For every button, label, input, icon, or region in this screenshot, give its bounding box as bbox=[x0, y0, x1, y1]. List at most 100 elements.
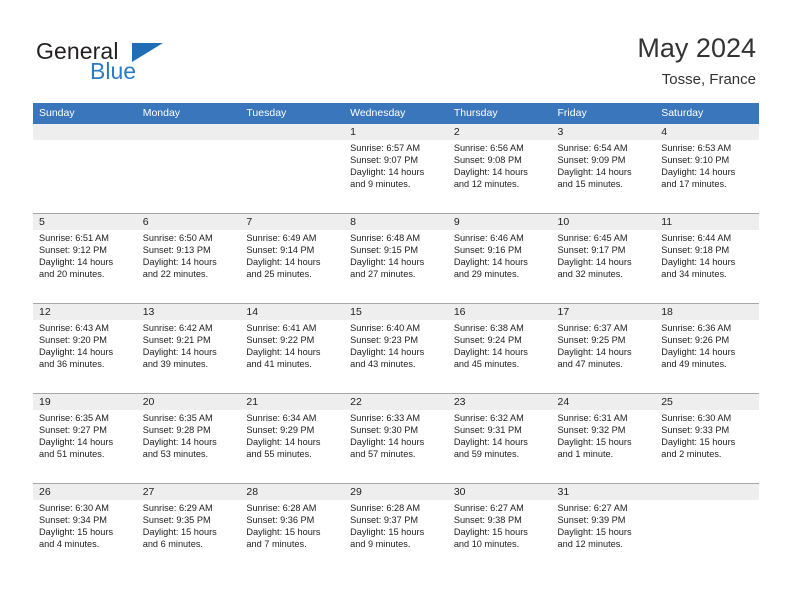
day-detail-line: Sunrise: 6:54 AM bbox=[557, 143, 628, 153]
day-detail-line: Sunset: 9:24 PM bbox=[453, 335, 522, 346]
day-cell[interactable]: Sunrise: 6:28 AM Sunset: 9:36 PM Daylight:… bbox=[240, 500, 344, 573]
day-detail-line: Sunset: 9:37 PM bbox=[350, 515, 419, 526]
day-cell[interactable]: Sunrise: 6:33 AM Sunset: 9:30 PM Daylight:… bbox=[344, 410, 448, 483]
calendar-week-row: 19 20 21 22 23 24 25 Sunrise: 6:35 AM Sunset: 9:… bbox=[33, 393, 759, 483]
day-detail-line: and 9 minutes. bbox=[350, 539, 411, 550]
day-cell[interactable]: Sunrise: 6:50 AM Sunset: 9:13 PM Daylight:… bbox=[137, 230, 241, 303]
day-detail-line: and 45 minutes. bbox=[453, 359, 520, 370]
day-cell[interactable]: Sunrise: 6:35 AM Sunset: 9:28 PM Daylight:… bbox=[137, 410, 241, 483]
day-cell[interactable]: Sunrise: 6:29 AM Sunset: 9:35 PM Daylight:… bbox=[137, 500, 241, 573]
day-number[interactable]: 10 bbox=[552, 214, 656, 230]
day-detail-line: Sunset: 9:23 PM bbox=[350, 335, 419, 346]
weekday-header-tuesday: Tuesday bbox=[246, 107, 287, 119]
day-number[interactable]: 23 bbox=[448, 394, 552, 410]
day-detail-line: Sunset: 9:28 PM bbox=[142, 425, 211, 436]
day-number[interactable]: 28 bbox=[240, 484, 344, 500]
day-number[interactable]: 9 bbox=[448, 214, 552, 230]
day-detail-line: Daylight: 15 hours bbox=[350, 527, 425, 538]
day-detail-line: and 2 minutes. bbox=[661, 449, 722, 460]
day-number[interactable]: 7 bbox=[240, 214, 344, 230]
day-detail-line: and 12 minutes. bbox=[453, 179, 520, 190]
day-detail-line: Sunrise: 6:30 AM bbox=[39, 503, 109, 513]
day-cell[interactable]: Sunrise: 6:44 AM Sunset: 9:18 PM Daylight:… bbox=[655, 230, 759, 303]
day-cell[interactable]: Sunrise: 6:45 AM Sunset: 9:17 PM Daylight:… bbox=[552, 230, 656, 303]
day-number[interactable]: 8 bbox=[344, 214, 448, 230]
day-detail-line: Daylight: 14 hours bbox=[557, 347, 632, 358]
day-cell[interactable]: Sunrise: 6:27 AM Sunset: 9:39 PM Daylight:… bbox=[552, 500, 656, 573]
day-detail-line: Sunrise: 6:56 AM bbox=[453, 143, 524, 153]
day-cell[interactable]: Sunrise: 6:48 AM Sunset: 9:15 PM Daylight:… bbox=[344, 230, 448, 303]
day-number[interactable]: 21 bbox=[240, 394, 344, 410]
day-detail-line: Daylight: 14 hours bbox=[350, 437, 425, 448]
day-cell[interactable]: Sunrise: 6:53 AM Sunset: 9:10 PM Daylight:… bbox=[655, 140, 759, 213]
day-number[interactable]: 24 bbox=[552, 394, 656, 410]
day-cell[interactable]: Sunrise: 6:36 AM Sunset: 9:26 PM Daylight:… bbox=[655, 320, 759, 393]
day-cell[interactable]: Sunrise: 6:32 AM Sunset: 9:31 PM Daylight:… bbox=[448, 410, 552, 483]
day-number-empty bbox=[655, 484, 759, 500]
day-number[interactable]: 1 bbox=[344, 124, 448, 140]
day-number[interactable]: 22 bbox=[344, 394, 448, 410]
day-detail-line: and 10 minutes. bbox=[453, 539, 520, 550]
day-detail-line: and 20 minutes. bbox=[39, 269, 105, 280]
week-detail-band: Sunrise: 6:43 AM Sunset: 9:20 PM Daylight:… bbox=[33, 320, 759, 393]
day-detail-line: Daylight: 15 hours bbox=[39, 527, 114, 538]
day-detail-line: and 7 minutes. bbox=[246, 539, 307, 550]
day-cell[interactable]: Sunrise: 6:30 AM Sunset: 9:34 PM Daylight:… bbox=[33, 500, 137, 573]
day-cell[interactable]: Sunrise: 6:49 AM Sunset: 9:14 PM Daylight:… bbox=[240, 230, 344, 303]
day-detail-line: Daylight: 14 hours bbox=[39, 347, 114, 358]
day-cell[interactable]: Sunrise: 6:43 AM Sunset: 9:20 PM Daylight:… bbox=[33, 320, 137, 393]
day-number[interactable]: 30 bbox=[448, 484, 552, 500]
day-detail-line: Daylight: 14 hours bbox=[246, 257, 321, 268]
day-number[interactable]: 31 bbox=[552, 484, 656, 500]
week-date-band: 12 13 14 15 16 17 18 bbox=[33, 304, 759, 320]
day-number[interactable]: 16 bbox=[448, 304, 552, 320]
day-number[interactable]: 26 bbox=[33, 484, 137, 500]
day-cell[interactable]: Sunrise: 6:57 AM Sunset: 9:07 PM Daylight:… bbox=[344, 140, 448, 213]
day-cell[interactable]: Sunrise: 6:30 AM Sunset: 9:33 PM Daylight:… bbox=[655, 410, 759, 483]
week-date-band: 5 6 7 8 9 10 11 bbox=[33, 214, 759, 230]
day-cell[interactable]: Sunrise: 6:37 AM Sunset: 9:25 PM Daylight:… bbox=[552, 320, 656, 393]
day-cell[interactable]: Sunrise: 6:34 AM Sunset: 9:29 PM Daylight:… bbox=[240, 410, 344, 483]
day-detail-line: Sunset: 9:10 PM bbox=[661, 155, 730, 166]
day-cell[interactable]: Sunrise: 6:54 AM Sunset: 9:09 PM Daylight:… bbox=[552, 140, 656, 213]
day-number[interactable]: 29 bbox=[344, 484, 448, 500]
day-number[interactable]: 2 bbox=[448, 124, 552, 140]
day-detail-line: Sunset: 9:30 PM bbox=[350, 425, 419, 436]
day-number[interactable]: 27 bbox=[137, 484, 241, 500]
day-detail-line: Sunrise: 6:57 AM bbox=[350, 143, 421, 153]
day-detail-line: Sunset: 9:16 PM bbox=[453, 245, 522, 256]
day-cell[interactable]: Sunrise: 6:28 AM Sunset: 9:37 PM Daylight:… bbox=[344, 500, 448, 573]
day-number[interactable]: 12 bbox=[33, 304, 137, 320]
day-number[interactable]: 18 bbox=[655, 304, 759, 320]
day-number[interactable]: 15 bbox=[344, 304, 448, 320]
day-detail-line: Daylight: 15 hours bbox=[557, 437, 632, 448]
day-number[interactable]: 14 bbox=[240, 304, 344, 320]
day-number[interactable]: 19 bbox=[33, 394, 137, 410]
day-detail-line: Sunrise: 6:42 AM bbox=[142, 323, 213, 333]
day-cell[interactable]: Sunrise: 6:38 AM Sunset: 9:24 PM Daylight:… bbox=[448, 320, 552, 393]
day-number[interactable]: 4 bbox=[655, 124, 759, 140]
day-number[interactable]: 17 bbox=[552, 304, 656, 320]
day-detail-line: and 22 minutes. bbox=[142, 269, 209, 280]
day-number[interactable]: 11 bbox=[655, 214, 759, 230]
day-number[interactable]: 5 bbox=[33, 214, 137, 230]
title-block: May 2024 Tosse, France bbox=[637, 32, 756, 90]
day-number[interactable]: 25 bbox=[655, 394, 759, 410]
day-cell[interactable]: Sunrise: 6:42 AM Sunset: 9:21 PM Daylight:… bbox=[137, 320, 241, 393]
day-detail-line: and 55 minutes. bbox=[246, 449, 312, 460]
day-cell[interactable]: Sunrise: 6:27 AM Sunset: 9:38 PM Daylight:… bbox=[448, 500, 552, 573]
day-cell[interactable]: Sunrise: 6:46 AM Sunset: 9:16 PM Daylight:… bbox=[448, 230, 552, 303]
day-cell[interactable]: Sunrise: 6:41 AM Sunset: 9:22 PM Daylight:… bbox=[240, 320, 344, 393]
day-detail-line: Sunrise: 6:29 AM bbox=[142, 503, 213, 513]
day-detail-line: Daylight: 14 hours bbox=[246, 437, 321, 448]
day-number[interactable]: 13 bbox=[137, 304, 241, 320]
day-number[interactable]: 20 bbox=[137, 394, 241, 410]
day-number[interactable]: 3 bbox=[552, 124, 656, 140]
day-cell[interactable]: Sunrise: 6:56 AM Sunset: 9:08 PM Daylight:… bbox=[448, 140, 552, 213]
day-number[interactable]: 6 bbox=[137, 214, 241, 230]
day-detail-line: Daylight: 15 hours bbox=[557, 527, 632, 538]
day-cell[interactable]: Sunrise: 6:40 AM Sunset: 9:23 PM Daylight:… bbox=[344, 320, 448, 393]
day-cell[interactable]: Sunrise: 6:51 AM Sunset: 9:12 PM Daylight:… bbox=[33, 230, 137, 303]
day-cell[interactable]: Sunrise: 6:35 AM Sunset: 9:27 PM Daylight:… bbox=[33, 410, 137, 483]
day-cell[interactable]: Sunrise: 6:31 AM Sunset: 9:32 PM Daylight:… bbox=[552, 410, 656, 483]
